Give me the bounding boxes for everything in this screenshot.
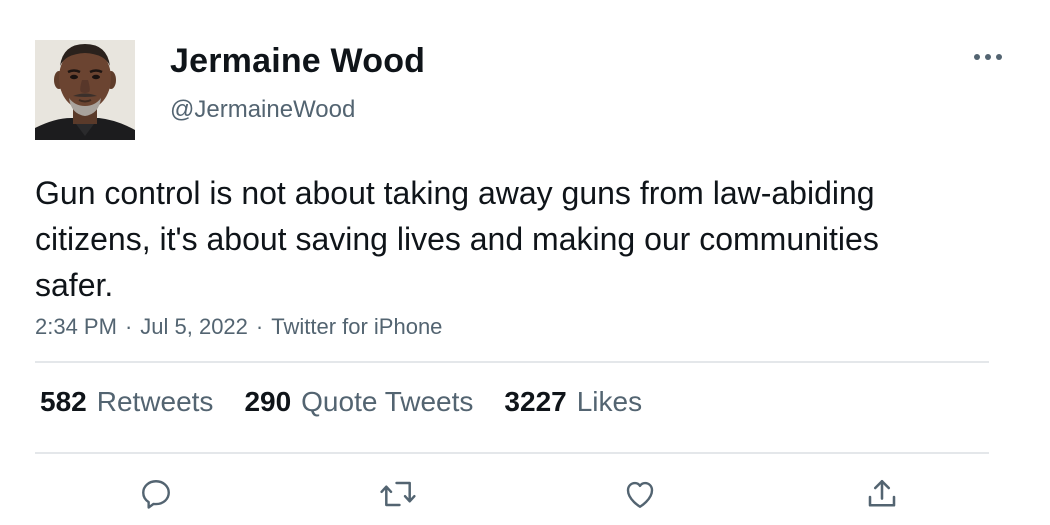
more-options-button[interactable] xyxy=(968,40,1008,74)
tweet-text: Gun control is not about taking away gun… xyxy=(35,175,879,303)
quote-tweets-stat[interactable]: 290 Quote Tweets xyxy=(244,386,473,418)
avatar[interactable] xyxy=(35,40,135,140)
share-button[interactable] xyxy=(862,474,902,514)
quote-tweets-count: 290 xyxy=(244,386,292,417)
more-horizontal-icon xyxy=(974,54,1002,60)
reply-icon xyxy=(142,480,170,509)
tweet-stats: 582 Retweets 290 Quote Tweets 3227 Likes xyxy=(40,386,642,418)
reply-button[interactable] xyxy=(136,474,176,514)
likes-stat[interactable]: 3227 Likes xyxy=(504,386,642,418)
quote-tweets-label: Quote Tweets xyxy=(301,386,474,417)
retweet-button[interactable] xyxy=(378,474,418,514)
tweet-source[interactable]: Twitter for iPhone xyxy=(271,314,442,339)
meta-separator: · xyxy=(124,314,133,339)
retweets-stat[interactable]: 582 Retweets xyxy=(40,386,213,418)
like-button[interactable] xyxy=(620,474,660,514)
author-handle[interactable]: @JermaineWood xyxy=(170,96,355,124)
likes-label: Likes xyxy=(576,386,643,417)
share-icon xyxy=(868,479,896,507)
likes-count: 3227 xyxy=(504,386,567,417)
tweet-card: Jermaine Wood @JermaineWood Gun control … xyxy=(0,0,1050,525)
author-display-name[interactable]: Jermaine Wood xyxy=(170,42,425,81)
tweet-date[interactable]: Jul 5, 2022 xyxy=(140,314,248,339)
retweet-icon xyxy=(380,481,416,507)
divider xyxy=(35,361,989,363)
tweet-time[interactable]: 2:34 PM xyxy=(35,314,117,339)
retweets-label: Retweets xyxy=(96,386,214,417)
avatar-image xyxy=(35,40,135,140)
retweets-count: 582 xyxy=(40,386,87,417)
tweet-meta: 2:34 PM · Jul 5, 2022 · Twitter for iPhone xyxy=(35,314,442,340)
heart-icon xyxy=(626,481,654,508)
meta-separator: · xyxy=(255,314,264,339)
divider xyxy=(35,452,989,454)
